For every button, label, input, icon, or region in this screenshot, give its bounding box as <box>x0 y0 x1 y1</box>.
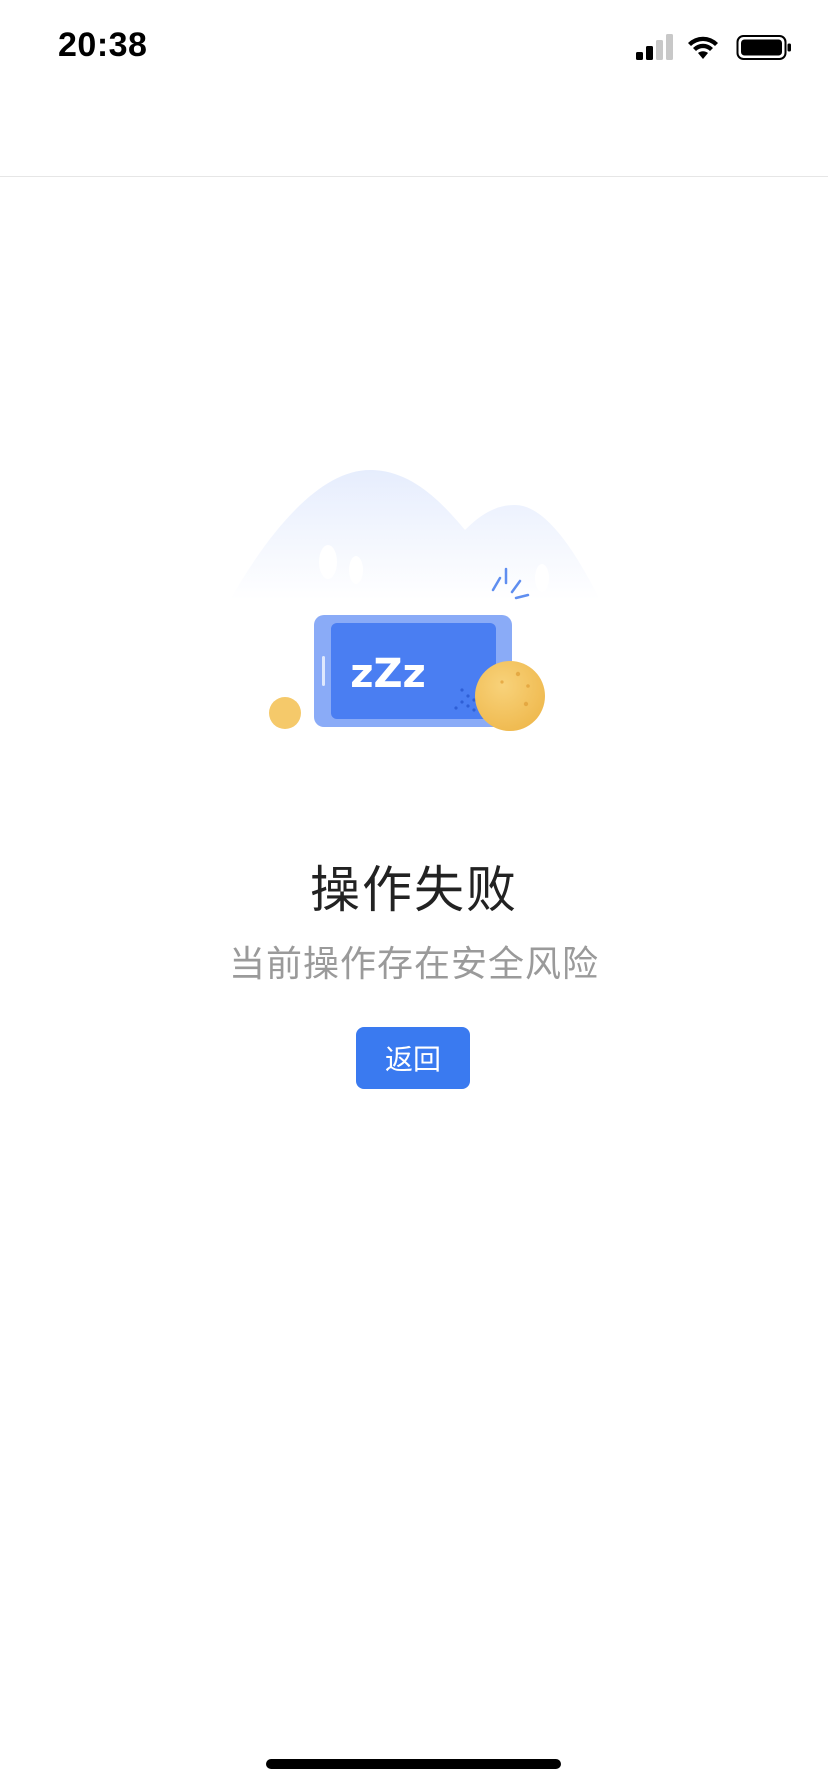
large-coin <box>475 661 545 731</box>
home-indicator <box>266 1759 561 1769</box>
battery-icon <box>736 35 791 60</box>
operation-failed-illustration: zZz <box>230 470 600 731</box>
result-title: 操作失败 <box>310 861 518 919</box>
status-bar: 20:38 <box>0 0 828 100</box>
sleep-zzz-text: zZz <box>350 651 426 697</box>
result-message: 当前操作存在安全风险 <box>228 944 599 985</box>
back-button[interactable]: 返回 <box>356 1027 470 1089</box>
small-coin <box>269 697 301 729</box>
navigation-bar <box>0 100 828 177</box>
cellular-signal-icon <box>636 34 673 60</box>
wifi-icon <box>688 36 718 59</box>
status-time: 20:38 <box>58 26 148 64</box>
